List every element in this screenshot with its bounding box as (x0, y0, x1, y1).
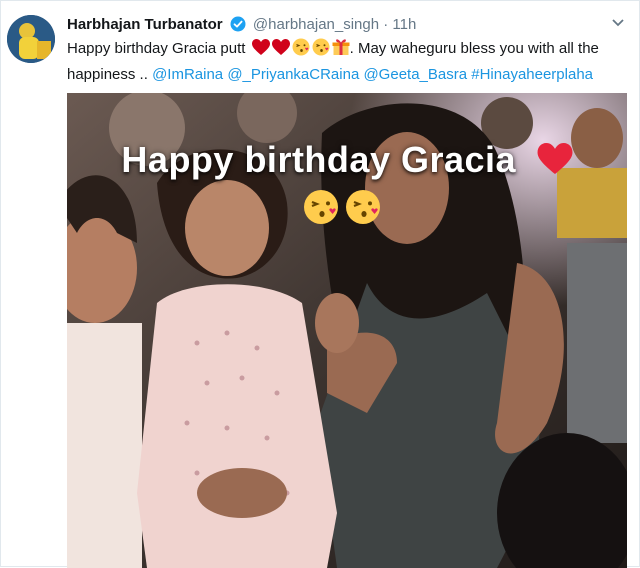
gift-icon (332, 38, 350, 63)
video-overlay-caption: Happy birthday Gracia (67, 139, 627, 181)
heart-icon (537, 143, 573, 176)
tweet-text: Happy birthday Gracia putt . May wahegur… (67, 37, 631, 86)
kissing-face-icon (345, 189, 381, 225)
mention-link-imraina[interactable]: @ImRaina (152, 66, 223, 83)
kissing-face-icon (292, 38, 310, 63)
separator-dot: · (383, 16, 389, 33)
video-overlay-text: Happy birthday Gracia (121, 139, 517, 180)
hashtag-link[interactable]: #Hinayaheerplaha (471, 66, 593, 83)
chevron-down-icon[interactable] (611, 15, 625, 31)
avatar[interactable] (7, 15, 55, 63)
mention-link-geeta-basra[interactable]: @Geeta_Basra (363, 66, 467, 83)
tweet-text-part1: Happy birthday Gracia putt (67, 40, 246, 57)
mention-link-priyankacraina[interactable]: @_PriyankaCRaina (227, 66, 359, 83)
heart-icon (251, 39, 270, 63)
heart-icon (271, 39, 290, 63)
kissing-face-icon (303, 189, 339, 225)
tweet-video[interactable]: Happy birthday Gracia (67, 93, 627, 568)
author-handle[interactable]: @harbhajan_singh (253, 16, 379, 33)
author-name[interactable]: Harbhajan Turbanator (67, 16, 223, 33)
video-overlay-emojis (303, 189, 381, 230)
tweet-card[interactable]: Harbhajan Turbanator @harbhajan_singh · … (0, 0, 640, 568)
tweet-header: Harbhajan Turbanator @harbhajan_singh · … (67, 15, 416, 38)
kissing-face-icon (312, 38, 330, 63)
verified-badge-icon (230, 16, 246, 38)
tweet-timestamp[interactable]: 11h (392, 16, 416, 33)
